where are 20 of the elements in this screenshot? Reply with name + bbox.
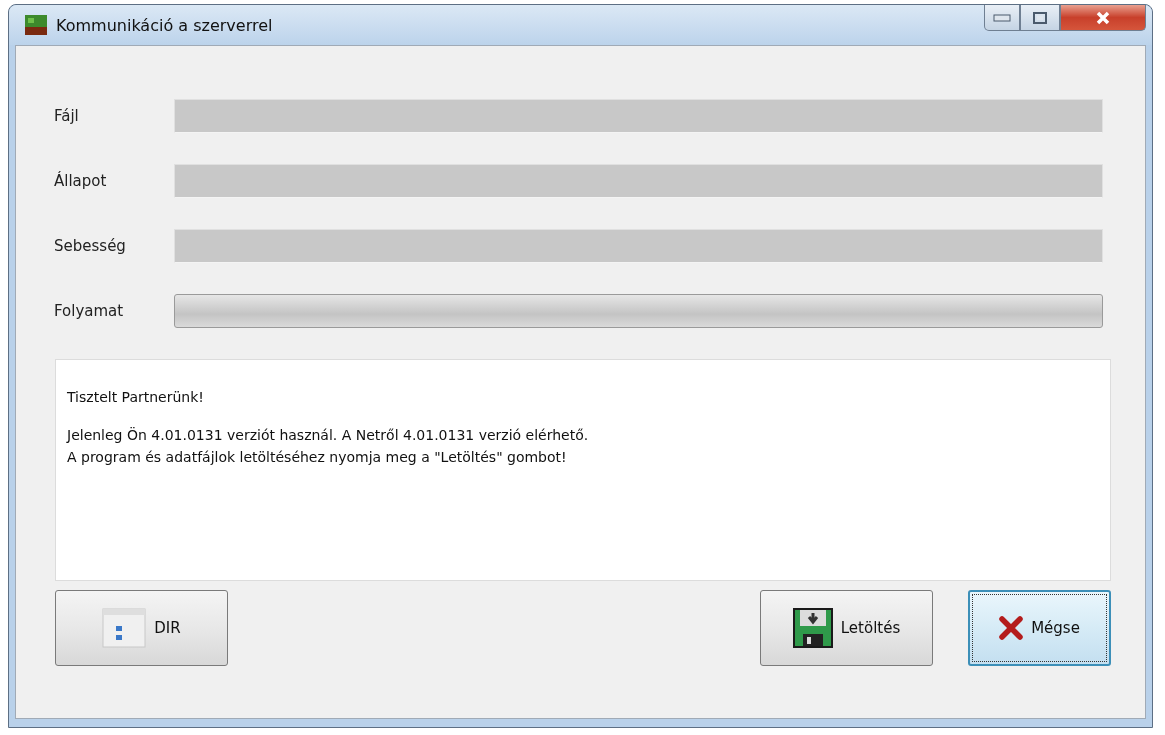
app-icon: [25, 15, 47, 35]
message-text: Tisztelt Partnerünk!: [67, 388, 204, 407]
window-title: Kommunikáció a szerverrel: [56, 15, 273, 35]
dialog-button[interactable]: DIR: [55, 590, 228, 666]
dialog-button[interactable]: Mégse: [968, 590, 1111, 666]
field-label: Fájl: [54, 106, 80, 125]
field-label: Folyamat: [54, 301, 125, 320]
maximize-button[interactable]: [1020, 5, 1060, 31]
minimize-button[interactable]: [984, 5, 1020, 31]
minimize-icon: [993, 13, 1011, 22]
field-label: Állapot: [54, 171, 108, 190]
message-text: Jelenleg Ön 4.01.0131 verziót használ. A Netről 4.01.0131 verzió elérhető.: [67, 426, 589, 445]
dialog-button[interactable]: Letöltés: [760, 590, 933, 666]
message-text: A program és adatfájlok letöltéséhez nyomja meg a "Letöltés" gombot!: [67, 448, 567, 467]
list-icon: [102, 608, 147, 648]
close-icon: [999, 616, 1024, 640]
close-button[interactable]: [1060, 5, 1146, 31]
field-label: Sebesség: [54, 236, 127, 255]
maximize-icon: [1033, 11, 1047, 24]
close-icon: [1095, 10, 1111, 25]
